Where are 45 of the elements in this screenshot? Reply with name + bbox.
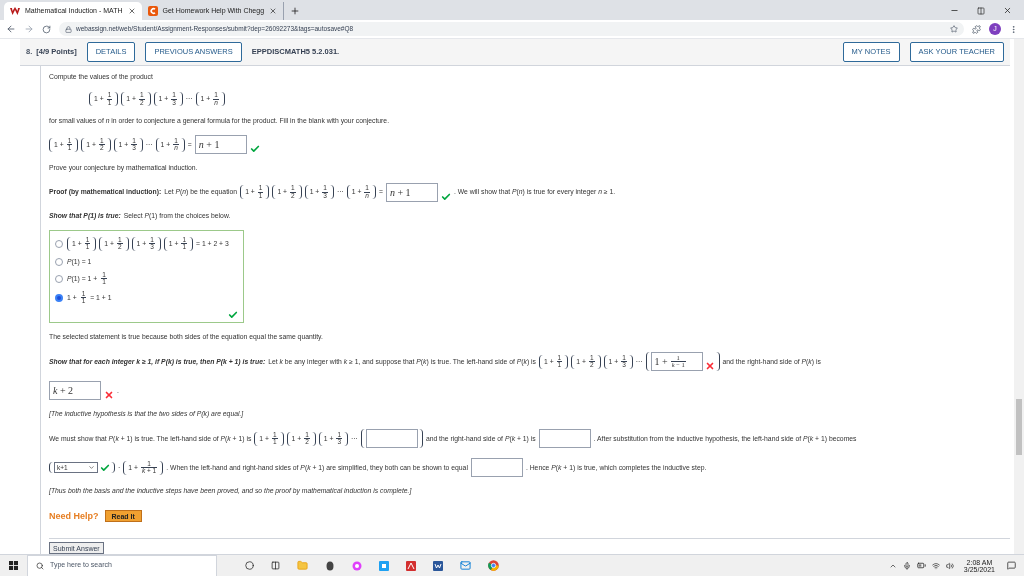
radio-button[interactable]: [55, 293, 63, 302]
microphone-icon[interactable]: [902, 561, 911, 570]
app-icon[interactable]: [379, 560, 389, 571]
close-icon[interactable]: [1003, 6, 1012, 15]
back-icon[interactable]: [6, 24, 16, 34]
logo-icon: [147, 6, 158, 16]
mail-icon[interactable]: [460, 560, 471, 571]
task-view-icon[interactable]: [271, 561, 280, 570]
search-icon: [36, 561, 44, 570]
question-text: n + 1: [198, 138, 220, 153]
notification-icon[interactable]: [1007, 561, 1016, 570]
close-icon[interactable]: [127, 7, 136, 15]
cortana-icon[interactable]: [245, 561, 254, 570]
answer-field[interactable]: [470, 458, 523, 478]
radio-button[interactable]: [55, 257, 63, 266]
menu-icon[interactable]: [1009, 24, 1018, 34]
close-icon[interactable]: [269, 7, 278, 15]
answer-field[interactable]: n + 1: [385, 182, 438, 202]
answer-field[interactable]: [538, 429, 591, 449]
document-icon[interactable]: [433, 560, 443, 571]
question-text: 1 +: [654, 355, 668, 370]
answer-field[interactable]: [365, 429, 418, 449]
answer-field[interactable]: n + 1: [194, 135, 247, 155]
pdf-icon[interactable]: [406, 560, 416, 571]
volume-icon[interactable]: [945, 561, 954, 570]
puzzle-icon[interactable]: [972, 24, 981, 34]
forward-icon[interactable]: [24, 24, 34, 34]
restore-icon[interactable]: [977, 6, 985, 15]
reload-icon[interactable]: [42, 24, 51, 34]
new-tab-icon[interactable]: [290, 6, 301, 16]
question-text: n + 1: [389, 185, 411, 200]
lock-icon: [65, 25, 72, 33]
network-icon[interactable]: [931, 561, 940, 570]
star-icon[interactable]: [950, 25, 958, 33]
radio-button[interactable]: [55, 239, 63, 248]
answer-field[interactable]: k + 2: [49, 381, 101, 401]
windows-icon[interactable]: [9, 561, 18, 570]
radio-button[interactable]: [55, 274, 63, 283]
battery-icon[interactable]: [916, 561, 926, 570]
question-text: k + 2: [53, 384, 74, 399]
chevron-icon: [88, 464, 95, 472]
chrome-icon[interactable]: [488, 560, 499, 571]
logo-icon: [10, 6, 20, 16]
need-help-label: Need Help?: [49, 509, 99, 523]
scrollbar[interactable]: [1014, 39, 1024, 554]
